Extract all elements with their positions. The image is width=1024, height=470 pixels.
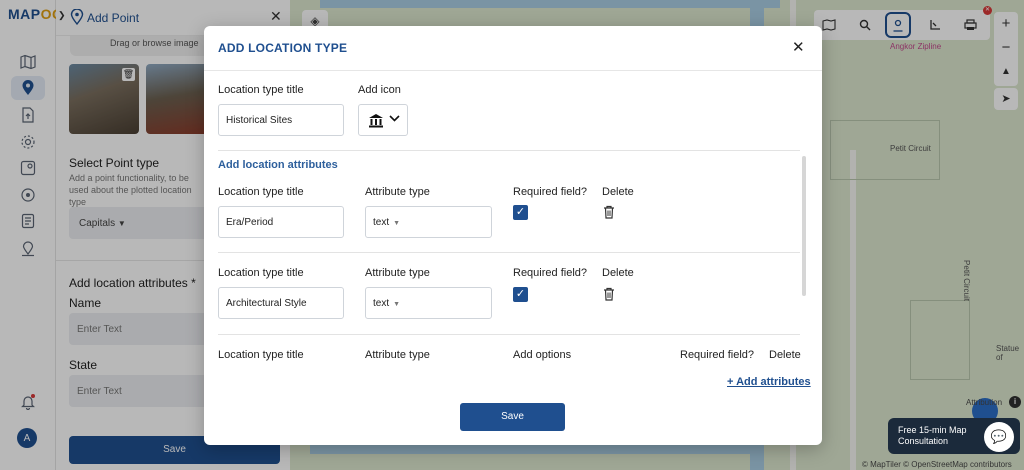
chevron-down-icon (389, 114, 400, 125)
attr-delete-label: Delete (602, 186, 634, 198)
divider (204, 70, 822, 71)
attr-type-label: Attribute type (365, 186, 430, 198)
museum-icon (369, 114, 383, 128)
attr-title-label: Location type title (218, 349, 304, 361)
divider (218, 150, 800, 151)
add-attributes-link[interactable]: + Add attributes (727, 376, 811, 388)
attr-type-label: Attribute type (365, 349, 430, 361)
required-checkbox[interactable]: ✓ (513, 287, 528, 302)
add-icon-label: Add icon (358, 84, 401, 96)
divider (218, 334, 800, 335)
attr-type-label: Attribute type (365, 267, 430, 279)
attr-title-label: Location type title (218, 186, 304, 198)
add-location-attributes-heading: Add location attributes (218, 159, 338, 171)
map-copyright: © MapTiler © OpenStreetMap contributors (862, 460, 1012, 469)
close-icon[interactable]: ✕ (792, 38, 805, 56)
modal-title: ADD LOCATION TYPE (218, 41, 348, 55)
modal-save-button[interactable]: Save (460, 403, 565, 431)
trash-icon[interactable] (603, 205, 615, 219)
attr-required-label: Required field? (680, 349, 754, 361)
icon-picker-select[interactable] (358, 104, 408, 136)
add-location-type-modal: ADD LOCATION TYPE ✕ Location type title … (204, 26, 822, 445)
chat-bubble-icon[interactable]: 💬 (984, 422, 1014, 452)
required-checkbox[interactable]: ✓ (513, 205, 528, 220)
location-type-title-input[interactable]: Historical Sites (218, 104, 344, 136)
attr-delete-label: Delete (602, 267, 634, 279)
trash-icon[interactable] (603, 287, 615, 301)
location-type-title-label: Location type title (218, 84, 304, 96)
attr-add-options-label: Add options (513, 349, 572, 361)
attribution-link[interactable]: Attribution (966, 398, 1002, 407)
attr-delete-label: Delete (769, 349, 801, 361)
attr-title-input[interactable]: Era/Period (218, 206, 344, 238)
attr-required-label: Required field? (513, 267, 587, 279)
attr-title-input[interactable]: Architectural Style (218, 287, 344, 319)
attr-type-select[interactable]: text ▼ (365, 206, 492, 238)
attr-type-select[interactable]: text ▼ (365, 287, 492, 319)
scrollbar[interactable] (802, 156, 806, 296)
attr-title-label: Location type title (218, 267, 304, 279)
divider (218, 252, 800, 253)
attr-required-label: Required field? (513, 186, 587, 198)
info-icon[interactable]: i (1009, 396, 1021, 408)
